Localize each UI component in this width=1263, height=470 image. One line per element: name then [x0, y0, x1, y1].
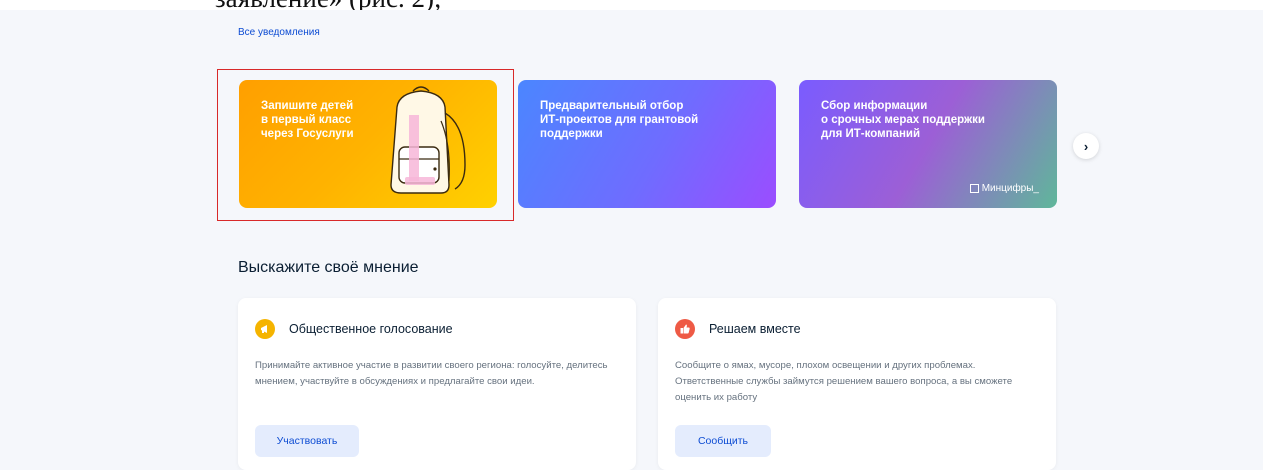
banner-it-support-text: Сбор информации о срочных мерах поддержк… [821, 100, 985, 140]
banner-it-grants[interactable]: Предварительный отбор ИТ-проектов для гр… [518, 80, 776, 208]
banner-it-support[interactable]: Сбор информации о срочных мерах поддержк… [799, 80, 1057, 208]
opinion-section-title: Выскажите своё мнение [238, 259, 419, 276]
public-voting-card: Общественное голосование Принимайте акти… [238, 298, 636, 470]
banner-it-grants-text: Предварительный отбор ИТ-проектов для гр… [540, 100, 699, 140]
decide-together-title: Решаем вместе [709, 322, 801, 336]
all-notifications-link[interactable]: Все уведомления [238, 27, 320, 38]
highlight-frame [217, 69, 514, 221]
decide-together-description: Сообщите о ямах, мусоре, плохом освещени… [675, 360, 1013, 403]
mincifry-logo-icon [969, 184, 979, 193]
report-button[interactable]: Сообщить [675, 425, 771, 457]
participate-button[interactable]: Участвовать [255, 425, 359, 457]
gosuslugi-page: Все уведомления Запишите детей в первый … [0, 10, 1263, 470]
public-voting-description: Принимайте активное участие в развитии с… [255, 360, 608, 387]
megaphone-icon [255, 319, 275, 339]
carousel-next-button[interactable]: › [1073, 133, 1099, 159]
mincifry-logo-text: Минцифры_ [981, 183, 1039, 194]
mincifry-logo: Минцифры_ [969, 183, 1039, 194]
decide-together-card: Решаем вместе Сообщите о ямах, мусоре, п… [658, 298, 1056, 470]
thumbs-up-icon [675, 319, 695, 339]
chevron-right-icon: › [1083, 138, 1089, 154]
public-voting-title: Общественное голосование [289, 322, 453, 336]
